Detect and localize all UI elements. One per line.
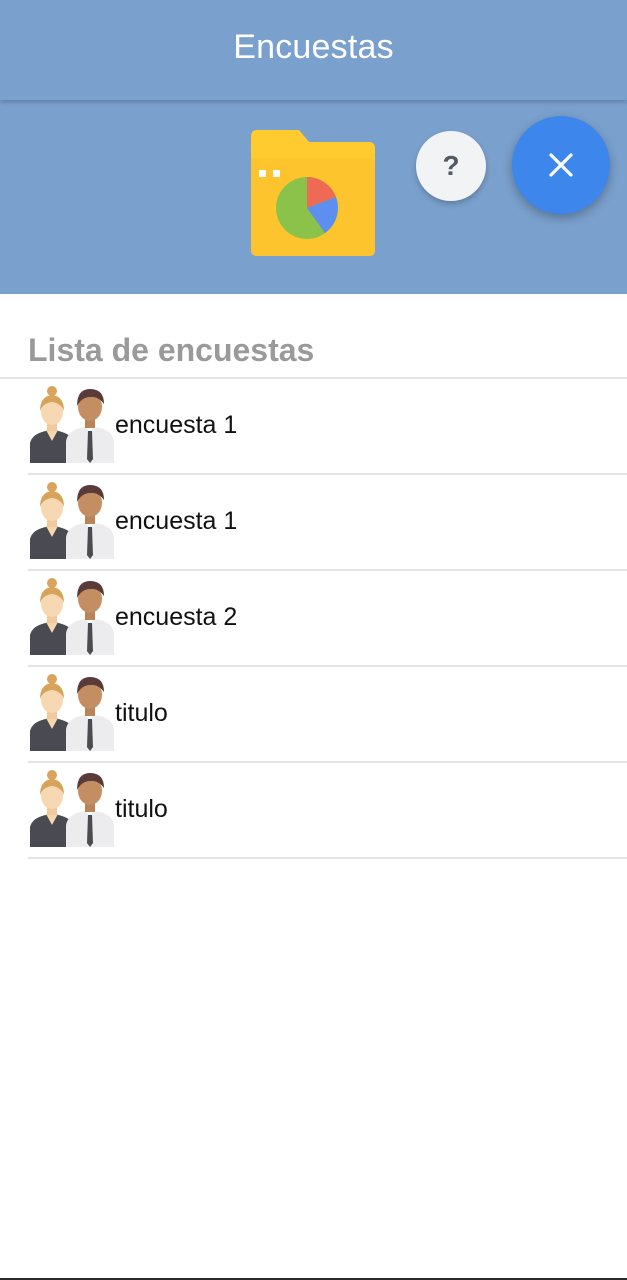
people-avatar-icon: [28, 479, 118, 559]
list-item-label: titulo: [115, 699, 168, 727]
app-screen: Encuestas ? Lista de encuestas encuesta …: [0, 0, 627, 1280]
people-avatar-icon: [28, 767, 118, 847]
close-icon: [549, 153, 573, 177]
list-item[interactable]: titulo: [28, 763, 627, 859]
people-avatar-icon: [28, 383, 118, 463]
list-item[interactable]: encuesta 1: [28, 475, 627, 571]
survey-list-title: Lista de encuestas: [28, 332, 315, 368]
app-title: Encuestas: [233, 28, 394, 66]
app-bar: Encuestas: [0, 0, 627, 100]
list-item[interactable]: encuesta 2: [28, 571, 627, 667]
help-button-label: ?: [442, 150, 460, 181]
help-button[interactable]: ?: [416, 131, 486, 201]
list-item[interactable]: encuesta 1: [28, 379, 627, 475]
list-item[interactable]: titulo: [28, 667, 627, 763]
list-item-label: titulo: [115, 795, 168, 823]
people-avatar-icon: [28, 671, 118, 751]
list-item-label: encuesta 1: [115, 507, 238, 535]
people-avatar-icon: [28, 575, 118, 655]
close-button[interactable]: [512, 116, 610, 214]
list-item-label: encuesta 2: [115, 603, 238, 631]
list-item-label: encuesta 1: [115, 411, 238, 439]
survey-list: encuesta 1 encuesta 1 encuesta 2 titulo …: [28, 379, 627, 859]
folder-pie-chart-icon: [251, 130, 375, 256]
